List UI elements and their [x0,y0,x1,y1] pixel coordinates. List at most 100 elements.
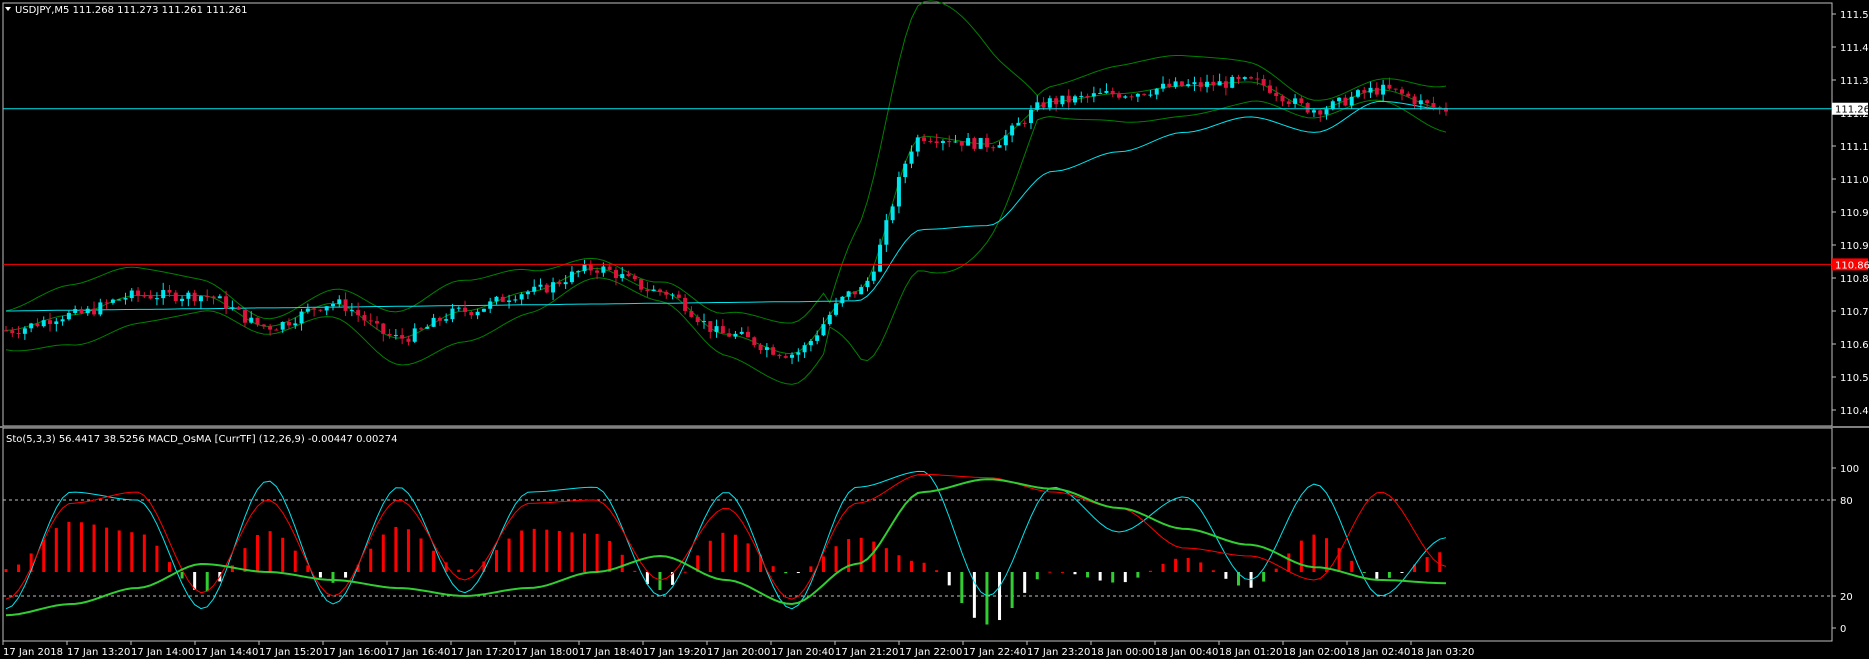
chart-background [0,0,1869,659]
candle-body [224,296,229,309]
candle-body [16,332,21,334]
candle-body [494,296,499,302]
osma-bar [771,566,775,572]
candle-body [1161,83,1166,89]
candle-body [1217,81,1222,86]
candle-body [796,352,801,355]
price-tick-label: 111.080 [1840,175,1869,186]
candle-body [312,308,317,310]
time-tick-label: 18 Jan 01:20 [1219,647,1282,658]
candle-body [29,323,34,329]
candle-body [1349,96,1354,106]
candle-body [444,319,449,321]
osma-bar [922,562,926,572]
price-tick-label: 111.165 [1840,142,1869,153]
candle-body [764,347,769,350]
time-tick-label: 18 Jan 03:20 [1411,647,1474,658]
time-tick-label: 17 Jan 23:20 [1027,647,1090,658]
osma-bar [494,550,498,572]
candle-body [186,292,191,299]
osma-bar [1287,553,1291,572]
osma-bar [205,572,209,592]
candle-body [676,294,681,298]
candle-body [657,289,662,293]
candle-body [400,335,405,339]
candle-body [1085,95,1090,97]
candle-body [1186,84,1191,87]
candle-body [777,354,782,357]
candle-body [884,220,889,245]
candle-body [940,141,945,144]
osma-bar [1425,557,1429,572]
candle-body [563,282,568,285]
candle-body [601,266,606,273]
candle-body [1110,90,1115,95]
osma-bar [834,546,838,572]
candle-body [318,309,323,311]
candle-body [1129,96,1134,98]
candle-body [1305,102,1310,113]
osma-bar [520,530,524,572]
osma-bar [105,527,109,572]
time-tick-label: 17 Jan 14:40 [195,647,258,658]
candle-body [771,347,776,355]
time-tick-label: 17 Jan 2018 [3,647,63,658]
candle-body [387,333,392,336]
osma-bar [633,570,637,572]
candle-body [10,330,15,333]
candle-body [136,290,141,296]
osma-bar [821,556,825,572]
osma-bar [432,550,436,572]
osma-bar [1098,572,1102,581]
price-tick-label: 110.570 [1840,373,1869,384]
candle-body [915,137,920,152]
osma-bar [281,537,285,572]
candle-body [1299,98,1304,103]
osma-bar [256,535,260,572]
candle-body [92,308,97,315]
time-tick-label: 17 Jan 18:00 [515,647,578,658]
candle-body [35,323,40,327]
candle-body [695,316,700,323]
candle-body [519,294,524,300]
candle-body [1010,125,1015,136]
candle-body [1167,83,1172,87]
candle-body [928,141,933,143]
candle-body [727,333,732,337]
level-tag-label: 110.860 [1835,260,1869,271]
time-tick-label: 17 Jan 20:40 [771,647,834,658]
osma-bar [344,572,348,578]
candle-body [1343,97,1348,106]
candle-body [978,137,983,149]
candle-body [22,328,27,334]
candle-body [1274,92,1279,97]
osma-bar [1299,540,1303,572]
time-tick-label: 17 Jan 15:20 [259,647,322,658]
osma-bar [419,538,423,572]
candle-body [1249,77,1254,79]
time-tick-label: 17 Jan 16:40 [387,647,450,658]
candle-body [79,309,84,314]
candle-body [236,307,241,310]
candle-body [525,291,530,295]
osma-bar [1048,571,1052,573]
candle-body [324,306,329,311]
current-price-tag-label: 111.261 [1835,105,1869,116]
osma-bar [92,524,96,572]
candle-body [205,296,210,298]
candle-body [1104,90,1109,93]
candle-body [161,290,166,299]
candle-body [406,338,411,342]
price-tick-label: 111.505 [1840,10,1869,21]
osma-bar [583,533,587,572]
time-tick-label: 17 Jan 19:20 [643,647,706,658]
osma-bar [1211,570,1215,572]
candle-body [582,264,587,272]
candle-body [368,320,373,322]
osma-bar [721,532,725,572]
candle-body [1280,96,1285,102]
time-tick-label: 18 Jan 00:00 [1091,647,1154,658]
candle-body [890,206,895,221]
candle-body [104,302,109,304]
osma-bar [1073,572,1077,575]
